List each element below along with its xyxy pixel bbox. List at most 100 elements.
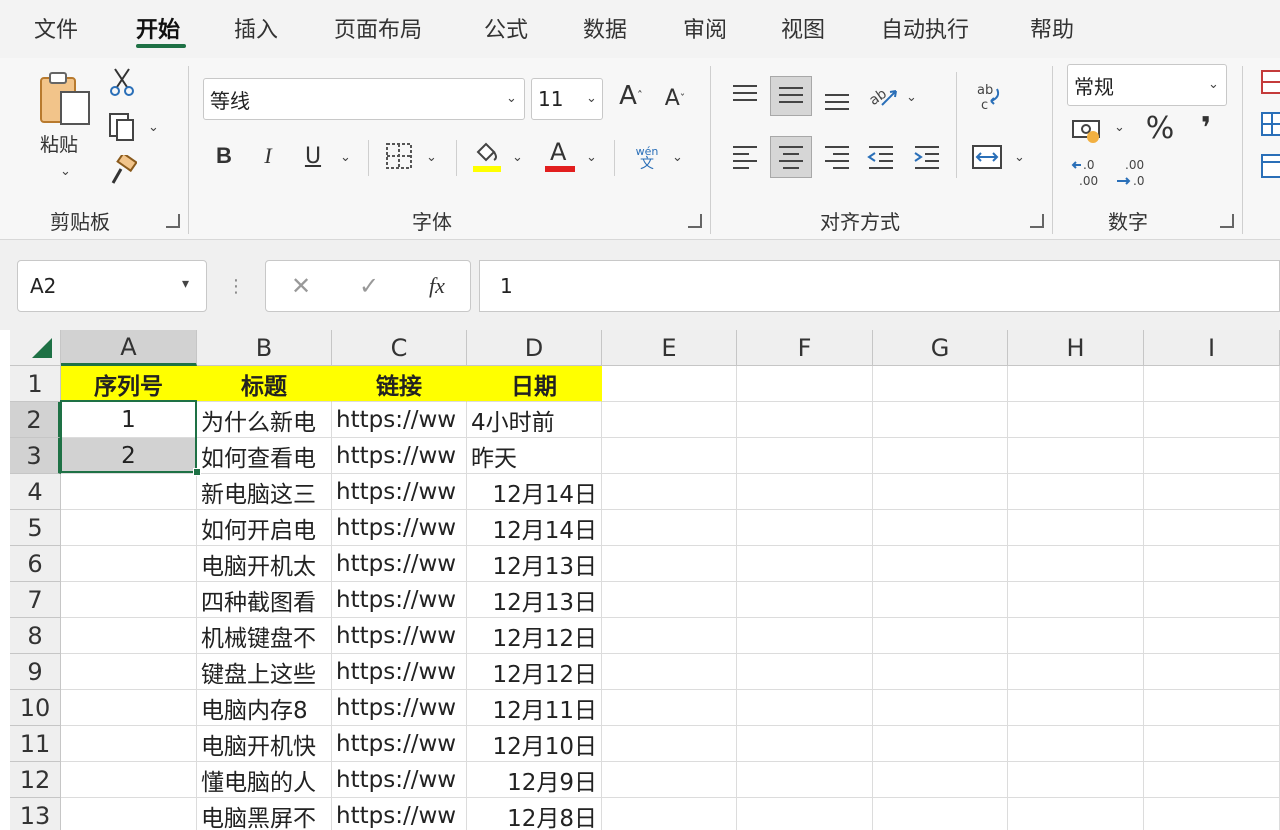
cell-d3[interactable]: 昨天	[467, 438, 602, 474]
cell-f1[interactable]	[737, 366, 873, 402]
cell-c3[interactable]: https://ww	[332, 438, 467, 474]
paste-label[interactable]: 粘贴	[40, 130, 78, 157]
fill-color-icon[interactable]	[472, 138, 502, 174]
paste-dropdown-icon[interactable]: ⌄	[60, 164, 71, 179]
cell-c5[interactable]: https://ww	[332, 510, 467, 546]
cell-f10[interactable]	[737, 690, 873, 726]
cell-h12[interactable]	[1008, 762, 1144, 798]
cell-g5[interactable]	[873, 510, 1008, 546]
cell-a1[interactable]: 序列号	[61, 366, 197, 402]
middle-align-icon[interactable]	[776, 80, 806, 110]
cell-g8[interactable]	[873, 618, 1008, 654]
select-all-button[interactable]	[10, 330, 61, 366]
insert-function-icon[interactable]: fx	[420, 270, 454, 302]
cell-c12[interactable]: https://ww	[332, 762, 467, 798]
cell-g3[interactable]	[873, 438, 1008, 474]
underline-icon[interactable]: U	[300, 138, 326, 174]
cell-g9[interactable]	[873, 654, 1008, 690]
cell-h4[interactable]	[1008, 474, 1144, 510]
column-header-a[interactable]: A	[61, 330, 197, 366]
font-launcher-icon[interactable]	[688, 214, 702, 228]
cell-a9[interactable]	[61, 654, 197, 690]
orientation-icon[interactable]: ab	[866, 80, 898, 112]
cell-f13[interactable]	[737, 798, 873, 830]
currency-dropdown-icon[interactable]: ⌄	[1114, 120, 1125, 135]
cell-b3[interactable]: 如何查看电	[197, 438, 332, 474]
bold-icon[interactable]: B	[210, 138, 238, 174]
cell-c2[interactable]: https://ww	[332, 402, 467, 438]
tab-view[interactable]: 视图	[781, 12, 825, 44]
cell-c6[interactable]: https://ww	[332, 546, 467, 582]
cell-g12[interactable]	[873, 762, 1008, 798]
cell-c7[interactable]: https://ww	[332, 582, 467, 618]
merge-center-icon[interactable]	[970, 142, 1004, 172]
cell-d6[interactable]: 12月13日	[467, 546, 602, 582]
cell-e12[interactable]	[602, 762, 737, 798]
cell-i2[interactable]	[1144, 402, 1280, 438]
align-center-icon[interactable]	[776, 142, 806, 172]
format-as-table-icon[interactable]	[1260, 110, 1280, 138]
cell-e11[interactable]	[602, 726, 737, 762]
cell-a2[interactable]: 1	[61, 402, 197, 438]
row-header-6[interactable]: 6	[10, 546, 61, 582]
currency-format-icon[interactable]	[1070, 116, 1104, 146]
row-header-5[interactable]: 5	[10, 510, 61, 546]
cut-icon[interactable]	[108, 66, 136, 98]
cell-e8[interactable]	[602, 618, 737, 654]
cell-i10[interactable]	[1144, 690, 1280, 726]
cell-i7[interactable]	[1144, 582, 1280, 618]
cell-a3[interactable]: 2	[61, 438, 197, 474]
tab-help[interactable]: 帮助	[1030, 12, 1074, 44]
font-name-dropdown-icon[interactable]: ⌄	[506, 91, 517, 106]
format-painter-icon[interactable]	[106, 154, 138, 188]
formula-input[interactable]: 1	[479, 260, 1280, 312]
italic-icon[interactable]: I	[256, 138, 280, 174]
cell-g11[interactable]	[873, 726, 1008, 762]
cell-d11[interactable]: 12月10日	[467, 726, 602, 762]
column-header-f[interactable]: F	[737, 330, 873, 366]
row-header-9[interactable]: 9	[10, 654, 61, 690]
cell-b7[interactable]: 四种截图看	[197, 582, 332, 618]
column-header-d[interactable]: D	[467, 330, 602, 366]
cell-e3[interactable]	[602, 438, 737, 474]
name-box[interactable]: A2	[17, 260, 207, 312]
cell-b1[interactable]: 标题	[197, 366, 332, 402]
increase-decimal-icon[interactable]: .0.00	[1070, 154, 1106, 190]
cell-b4[interactable]: 新电脑这三	[197, 474, 332, 510]
fill-handle[interactable]	[193, 468, 201, 476]
tab-formulas[interactable]: 公式	[484, 12, 528, 44]
paste-icon[interactable]	[36, 70, 94, 128]
column-header-g[interactable]: G	[873, 330, 1008, 366]
cell-f12[interactable]	[737, 762, 873, 798]
copy-icon[interactable]	[106, 110, 138, 144]
comma-style-icon[interactable]: ❜	[1192, 110, 1220, 146]
alignment-launcher-icon[interactable]	[1030, 214, 1044, 228]
cell-f3[interactable]	[737, 438, 873, 474]
cell-i12[interactable]	[1144, 762, 1280, 798]
cell-c11[interactable]: https://ww	[332, 726, 467, 762]
cell-h5[interactable]	[1008, 510, 1144, 546]
cell-h7[interactable]	[1008, 582, 1144, 618]
tab-page-layout[interactable]: 页面布局	[334, 12, 422, 44]
fill-color-dropdown-icon[interactable]: ⌄	[512, 150, 523, 165]
row-header-3[interactable]: 3	[10, 438, 61, 474]
cell-b13[interactable]: 电脑黑屏不	[197, 798, 332, 830]
cell-b6[interactable]: 电脑开机太	[197, 546, 332, 582]
cell-e9[interactable]	[602, 654, 737, 690]
cell-i11[interactable]	[1144, 726, 1280, 762]
cell-b12[interactable]: 懂电脑的人	[197, 762, 332, 798]
cell-e7[interactable]	[602, 582, 737, 618]
orientation-dropdown-icon[interactable]: ⌄	[906, 90, 917, 105]
cell-h6[interactable]	[1008, 546, 1144, 582]
cell-d7[interactable]: 12月13日	[467, 582, 602, 618]
borders-dropdown-icon[interactable]: ⌄	[426, 150, 437, 165]
copy-dropdown-icon[interactable]: ⌄	[148, 120, 159, 135]
merge-dropdown-icon[interactable]: ⌄	[1014, 150, 1025, 165]
row-header-1[interactable]: 1	[10, 366, 61, 402]
cell-a10[interactable]	[61, 690, 197, 726]
cell-styles-icon[interactable]	[1260, 152, 1280, 180]
cell-i8[interactable]	[1144, 618, 1280, 654]
cell-a4[interactable]	[61, 474, 197, 510]
cancel-icon[interactable]: ✕	[286, 270, 316, 302]
cell-f5[interactable]	[737, 510, 873, 546]
